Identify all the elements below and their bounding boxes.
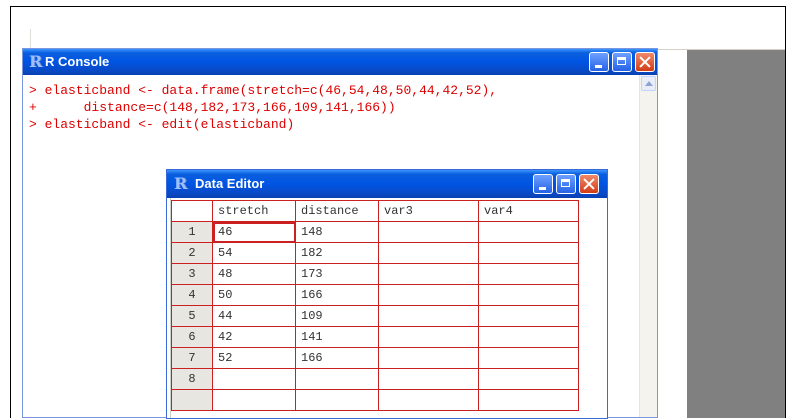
grid-cell[interactable] (378, 305, 479, 327)
grid-cell[interactable]: 54 (212, 242, 296, 264)
console-line: > elasticband <- data.frame(stretch=c(46… (29, 83, 498, 98)
grid-cell[interactable] (378, 389, 479, 411)
r-console-title: R Console (45, 54, 110, 69)
row-number[interactable]: 2 (171, 242, 213, 264)
grid-cell[interactable] (378, 263, 479, 285)
console-text: > elasticband <- data.frame(stretch=c(46… (29, 82, 497, 133)
grid-cell[interactable] (478, 389, 579, 411)
scroll-up-arrow-icon[interactable] (641, 76, 656, 91)
r-logo-icon: R (174, 174, 188, 193)
grid-cell[interactable] (478, 263, 579, 285)
editor-minimize-button[interactable] (533, 174, 553, 194)
grid-cell[interactable]: 42 (212, 326, 296, 348)
table-row: 2 54 182 (171, 242, 579, 264)
console-line: > elasticband <- edit(elasticband) (29, 117, 295, 132)
data-editor-titlebar[interactable]: R Data Editor (167, 170, 607, 198)
row-number[interactable]: 3 (171, 263, 213, 285)
grid-cell[interactable] (378, 326, 479, 348)
table-row: 7 52 166 (171, 347, 579, 369)
grid-cell[interactable]: 141 (295, 326, 379, 348)
r-logo-icon: R (29, 52, 43, 71)
table-row: 4 50 166 (171, 284, 579, 306)
grid-cell[interactable]: 166 (295, 347, 379, 369)
grid-cell[interactable] (478, 221, 579, 243)
minimize-button[interactable] (589, 52, 609, 72)
grid-cell[interactable] (378, 221, 479, 243)
data-grid: stretch distance var3 var4 1 46 148 2 54… (171, 200, 579, 411)
grid-cell[interactable] (478, 284, 579, 306)
console-line: + distance=c(148,182,173,166,109,141,166… (29, 100, 396, 115)
close-button[interactable] (635, 52, 655, 72)
grid-cell[interactable] (378, 368, 479, 390)
row-number[interactable]: 7 (171, 347, 213, 369)
grid-cell[interactable]: 46 (212, 221, 296, 243)
grid-cell[interactable] (478, 326, 579, 348)
column-header-stretch[interactable]: stretch (212, 200, 296, 222)
table-row: 6 42 141 (171, 326, 579, 348)
vertical-scrollbar[interactable] (639, 75, 657, 417)
grid-corner[interactable] (171, 200, 213, 222)
column-header-var3[interactable]: var3 (378, 200, 479, 222)
row-number[interactable]: 1 (171, 221, 213, 243)
editor-close-button[interactable] (579, 174, 599, 194)
grid-cell[interactable] (295, 389, 379, 411)
grid-cell[interactable] (478, 305, 579, 327)
table-row: 8 (171, 368, 579, 390)
grid-cell[interactable]: 109 (295, 305, 379, 327)
grid-cell[interactable] (378, 242, 479, 264)
grid-cell[interactable] (478, 347, 579, 369)
grid-cell[interactable]: 50 (212, 284, 296, 306)
r-console-titlebar[interactable]: R R Console (23, 49, 657, 75)
grid-header-row: stretch distance var3 var4 (171, 200, 579, 222)
grid-cell[interactable] (378, 284, 479, 306)
data-editor-title: Data Editor (195, 176, 265, 191)
mdi-empty-area (687, 50, 785, 418)
row-number[interactable]: 6 (171, 326, 213, 348)
row-number[interactable]: 4 (171, 284, 213, 306)
grid-cell[interactable]: 52 (212, 347, 296, 369)
grid-cell[interactable] (378, 347, 479, 369)
data-editor-window[interactable]: R Data Editor stretch distance var3 var4… (166, 169, 608, 419)
row-number[interactable]: 8 (171, 368, 213, 390)
grid-cell[interactable] (212, 368, 296, 390)
grid-cell[interactable]: 48 (212, 263, 296, 285)
grid-cell[interactable]: 166 (295, 284, 379, 306)
row-number[interactable]: 5 (171, 305, 213, 327)
data-grid-area: stretch distance var3 var4 1 46 148 2 54… (170, 198, 604, 418)
grid-cell[interactable] (212, 389, 296, 411)
grid-cell[interactable]: 148 (295, 221, 379, 243)
table-row: 1 46 148 (171, 221, 579, 243)
grid-cell[interactable] (478, 242, 579, 264)
table-row: 5 44 109 (171, 305, 579, 327)
maximize-button[interactable] (612, 52, 632, 72)
column-header-var4[interactable]: var4 (478, 200, 579, 222)
table-row: 3 48 173 (171, 263, 579, 285)
row-number[interactable] (171, 389, 213, 411)
grid-cell[interactable]: 173 (295, 263, 379, 285)
grid-cell[interactable]: 44 (212, 305, 296, 327)
table-row (171, 389, 579, 411)
grid-cell[interactable]: 182 (295, 242, 379, 264)
grid-cell[interactable] (295, 368, 379, 390)
grid-cell[interactable] (478, 368, 579, 390)
editor-maximize-button[interactable] (556, 174, 576, 194)
column-header-distance[interactable]: distance (295, 200, 379, 222)
